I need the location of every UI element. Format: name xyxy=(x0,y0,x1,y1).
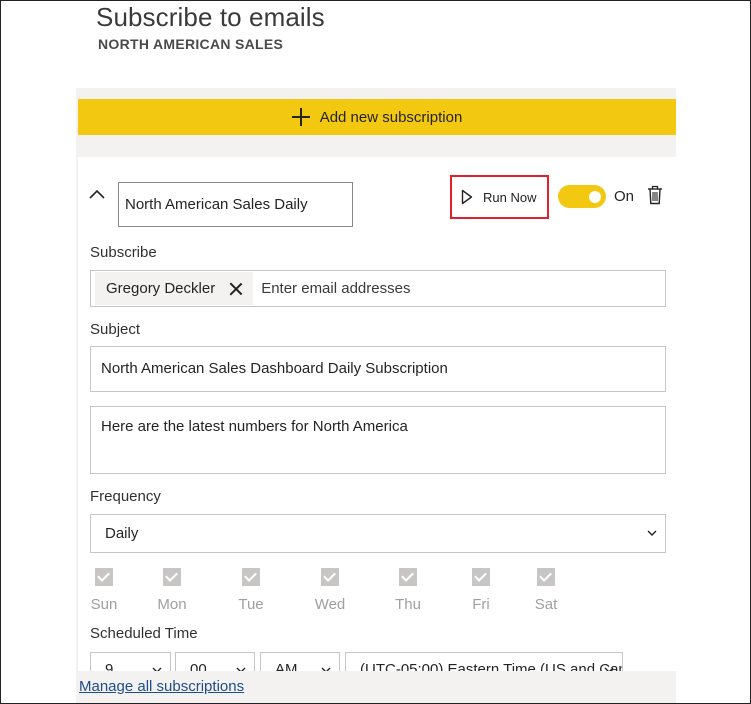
toggle-knob xyxy=(589,191,601,203)
day-label: Sun xyxy=(90,596,118,613)
day-sun[interactable]: Sun xyxy=(84,568,124,613)
hour-select[interactable]: 9 xyxy=(90,652,171,671)
chevron-down-icon xyxy=(604,667,614,671)
day-thu[interactable]: Thu xyxy=(388,568,428,613)
play-icon xyxy=(461,189,473,205)
checkbox[interactable] xyxy=(537,568,555,586)
minute-select[interactable]: 00 xyxy=(175,652,255,671)
checkbox[interactable] xyxy=(242,568,260,586)
timezone-select[interactable]: (UTC-05:00) Eastern Time (US and Canada) xyxy=(345,652,623,671)
chevron-down-icon xyxy=(236,667,246,671)
day-label: Thu xyxy=(395,596,421,613)
scheduled-time-label: Scheduled Time xyxy=(90,625,198,642)
subscribe-label: Subscribe xyxy=(90,244,157,261)
chevron-down-icon xyxy=(647,530,657,536)
frequency-label: Frequency xyxy=(90,488,161,505)
add-subscription-label: Add new subscription xyxy=(319,108,463,126)
trash-icon[interactable] xyxy=(647,185,663,205)
subject-input[interactable]: North American Sales Dashboard Daily Sub… xyxy=(90,346,666,392)
email-input[interactable] xyxy=(253,273,665,304)
checkbox[interactable] xyxy=(472,568,490,586)
frequency-select[interactable]: Daily xyxy=(90,514,666,553)
checkbox[interactable] xyxy=(163,568,181,586)
day-tue[interactable]: Tue xyxy=(231,568,271,613)
page-title: Subscribe to emails xyxy=(96,2,325,32)
day-label: Mon xyxy=(157,596,187,613)
toggle-label: On xyxy=(614,188,635,205)
frequency-value: Daily xyxy=(105,525,139,542)
day-label: Fri xyxy=(472,596,490,613)
hour-value: 9 xyxy=(105,661,114,671)
checkbox[interactable] xyxy=(95,568,113,586)
chevron-down-icon xyxy=(321,667,331,671)
subscription-toggle[interactable] xyxy=(558,185,606,208)
weekday-checkboxes: Sun Mon Tue Wed Thu Fri Sat xyxy=(90,568,570,616)
timezone-value: (UTC-05:00) Eastern Time (US and Canada) xyxy=(360,661,622,671)
chevron-up-icon[interactable] xyxy=(88,187,106,201)
recipients-field[interactable]: Gregory Deckler xyxy=(90,270,666,307)
day-label: Tue xyxy=(238,596,264,613)
run-now-label: Run Now xyxy=(483,189,537,205)
day-sat[interactable]: Sat xyxy=(526,568,566,613)
recipient-chip: Gregory Deckler xyxy=(95,272,254,305)
day-label: Wed xyxy=(314,596,346,613)
day-label: Sat xyxy=(534,596,558,613)
chevron-down-icon xyxy=(152,667,162,671)
message-textarea[interactable]: Here are the latest numbers for North Am… xyxy=(90,406,666,474)
plus-icon xyxy=(291,108,310,126)
checkbox[interactable] xyxy=(321,568,339,586)
dashboard-name: NORTH AMERICAN SALES xyxy=(98,36,284,52)
subscription-card: Run Now On Subscribe Gregory Deckler Sub… xyxy=(78,157,676,671)
day-mon[interactable]: Mon xyxy=(152,568,192,613)
subscription-name-input[interactable] xyxy=(118,182,353,227)
ampm-value: AM xyxy=(275,661,298,671)
ampm-select[interactable]: AM xyxy=(260,652,340,671)
manage-subscriptions-link[interactable]: Manage all subscriptions xyxy=(79,678,244,695)
day-wed[interactable]: Wed xyxy=(310,568,350,613)
subject-label: Subject xyxy=(90,321,141,338)
run-now-button[interactable]: Run Now xyxy=(450,175,549,219)
checkbox[interactable] xyxy=(399,568,417,586)
add-subscription-button[interactable]: Add new subscription xyxy=(78,99,676,135)
remove-recipient-icon[interactable] xyxy=(229,282,243,296)
recipient-name: Gregory Deckler xyxy=(106,280,216,297)
minute-value: 00 xyxy=(190,661,207,671)
day-fri[interactable]: Fri xyxy=(461,568,501,613)
